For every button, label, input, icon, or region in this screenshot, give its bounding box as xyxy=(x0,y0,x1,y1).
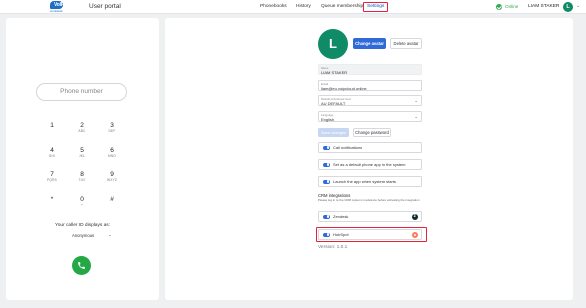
key-digit: 2 xyxy=(80,122,84,129)
online-status-icon xyxy=(496,4,502,10)
nav-history[interactable]: History xyxy=(296,3,311,11)
dial-key-hash[interactable]: # xyxy=(100,196,124,203)
page-title: User portal xyxy=(89,3,121,10)
delete-avatar-button[interactable]: Delete avatar xyxy=(390,38,422,49)
dial-key-7[interactable]: 7 PQRS xyxy=(40,171,64,182)
zendesk-row[interactable]: Zendesk xyxy=(318,211,422,222)
toggle-label: Call notifications xyxy=(333,145,363,151)
profile-avatar: L xyxy=(318,29,348,59)
caller-id-value: Anonymous xyxy=(72,233,95,238)
toggle-switch[interactable] xyxy=(323,214,330,219)
nav-settings[interactable]: Settings xyxy=(363,2,389,12)
toggle-switch[interactable] xyxy=(323,145,330,150)
key-letters: TUV xyxy=(78,178,86,182)
name-value: LIAM STAKER xyxy=(321,69,348,75)
call-button[interactable] xyxy=(72,256,91,275)
crm-label: Zendesk xyxy=(333,214,349,220)
default-phone-app-row[interactable]: Set as a default phone app in the system xyxy=(318,159,422,170)
logo-word: VoIP xyxy=(54,2,64,8)
key-digit: * xyxy=(50,196,54,203)
dial-key-0[interactable]: 0 + xyxy=(70,196,94,207)
call-notifications-row[interactable]: Call notifications xyxy=(318,142,422,153)
key-letters: GHI xyxy=(48,154,56,158)
key-digit: 6 xyxy=(110,147,114,154)
dialer-panel: Phone number 1 2 ABC 3 DEF 4 GHI 5 JKL 6 MNO … xyxy=(6,18,159,300)
toggle-label: Launch the app when system starts xyxy=(333,179,396,185)
chevron-down-icon: ⌄ xyxy=(414,114,418,119)
phone-number-input[interactable]: Phone number xyxy=(36,83,127,101)
voipcloud-logo[interactable]: VoIP workdesk xyxy=(50,1,78,13)
nav-phonebooks[interactable]: Phonebooks xyxy=(260,3,287,11)
key-digit: # xyxy=(110,196,114,203)
nav-queue-membership[interactable]: Queue membership xyxy=(321,3,363,11)
dial-key-2[interactable]: 2 ABC xyxy=(70,122,94,133)
online-status-text[interactable]: Online xyxy=(505,4,518,9)
chevron-down-icon[interactable]: ⌄ xyxy=(576,3,580,9)
app-version: Version: 1.0.1 xyxy=(318,245,348,250)
chevron-down-icon: ⌄ xyxy=(414,98,418,103)
key-digit: 5 xyxy=(80,147,84,154)
dial-key-9[interactable]: 9 WXYZ xyxy=(100,171,124,182)
dial-key-3[interactable]: 3 DEF xyxy=(100,122,124,133)
crm-integrations-hint: Please log in to the CRM system in advan… xyxy=(318,198,420,202)
change-password-button[interactable]: Change password xyxy=(353,128,391,137)
email-value: liam@eu.voipcloud.online xyxy=(321,85,367,91)
dial-key-star[interactable]: * xyxy=(40,196,64,203)
phone-icon xyxy=(78,262,85,269)
chevron-down-icon: ⌄ xyxy=(108,232,112,237)
key-letters: PQRS xyxy=(47,178,57,182)
key-letters: DEF xyxy=(108,129,116,133)
language-value: English xyxy=(321,116,335,122)
caller-id-select[interactable]: Anonymous ⌄ xyxy=(64,232,114,240)
dial-key-1[interactable]: 1 xyxy=(40,122,64,129)
key-letters: JKL xyxy=(78,154,86,158)
zendesk-icon xyxy=(412,213,418,220)
email-field[interactable]: Email liam@eu.voipcloud.online xyxy=(318,80,422,91)
hubspot-highlight xyxy=(316,227,427,242)
toggle-switch[interactable] xyxy=(323,162,330,167)
top-bar: VoIP workdesk User portal Phonebooks His… xyxy=(0,0,586,14)
logo-tagline: workdesk xyxy=(50,9,63,13)
default-phonebook-select[interactable]: Default phonebook view AU DEFAULT ⌄ xyxy=(318,95,422,106)
dial-key-5[interactable]: 5 JKL xyxy=(70,147,94,158)
key-digit: 4 xyxy=(50,147,54,154)
key-letters: + xyxy=(80,203,84,207)
change-avatar-button[interactable]: Change avatar xyxy=(353,38,386,49)
key-digit: 7 xyxy=(50,171,54,178)
name-field: Name LIAM STAKER xyxy=(318,64,422,75)
dial-key-4[interactable]: 4 GHI xyxy=(40,147,64,158)
phonebook-value: AU DEFAULT xyxy=(321,100,346,106)
caller-id-label: Your caller ID displays as: xyxy=(54,223,110,228)
toggle-label: Set as a default phone app in the system xyxy=(333,162,406,168)
user-name[interactable]: LIAM STAKER xyxy=(528,4,559,9)
key-letters: WXYZ xyxy=(106,178,117,182)
save-changes-button[interactable]: Save changes xyxy=(318,128,349,137)
key-digit: 3 xyxy=(110,122,114,129)
user-avatar[interactable]: L xyxy=(563,2,573,12)
dial-key-6[interactable]: 6 MNO xyxy=(100,147,124,158)
language-select[interactable]: Language English ⌄ xyxy=(318,111,422,122)
settings-panel: L Change avatar Delete avatar Name LIAM … xyxy=(165,18,573,300)
key-digit: 9 xyxy=(110,171,114,178)
dial-key-8[interactable]: 8 TUV xyxy=(70,171,94,182)
launch-on-start-row[interactable]: Launch the app when system starts xyxy=(318,176,422,187)
key-digit: 1 xyxy=(50,122,54,129)
toggle-switch[interactable] xyxy=(323,179,330,184)
key-digit: 8 xyxy=(80,171,84,178)
key-letters: MNO xyxy=(107,154,117,158)
key-letters: ABC xyxy=(78,129,86,133)
key-digit: 0 xyxy=(80,196,84,203)
